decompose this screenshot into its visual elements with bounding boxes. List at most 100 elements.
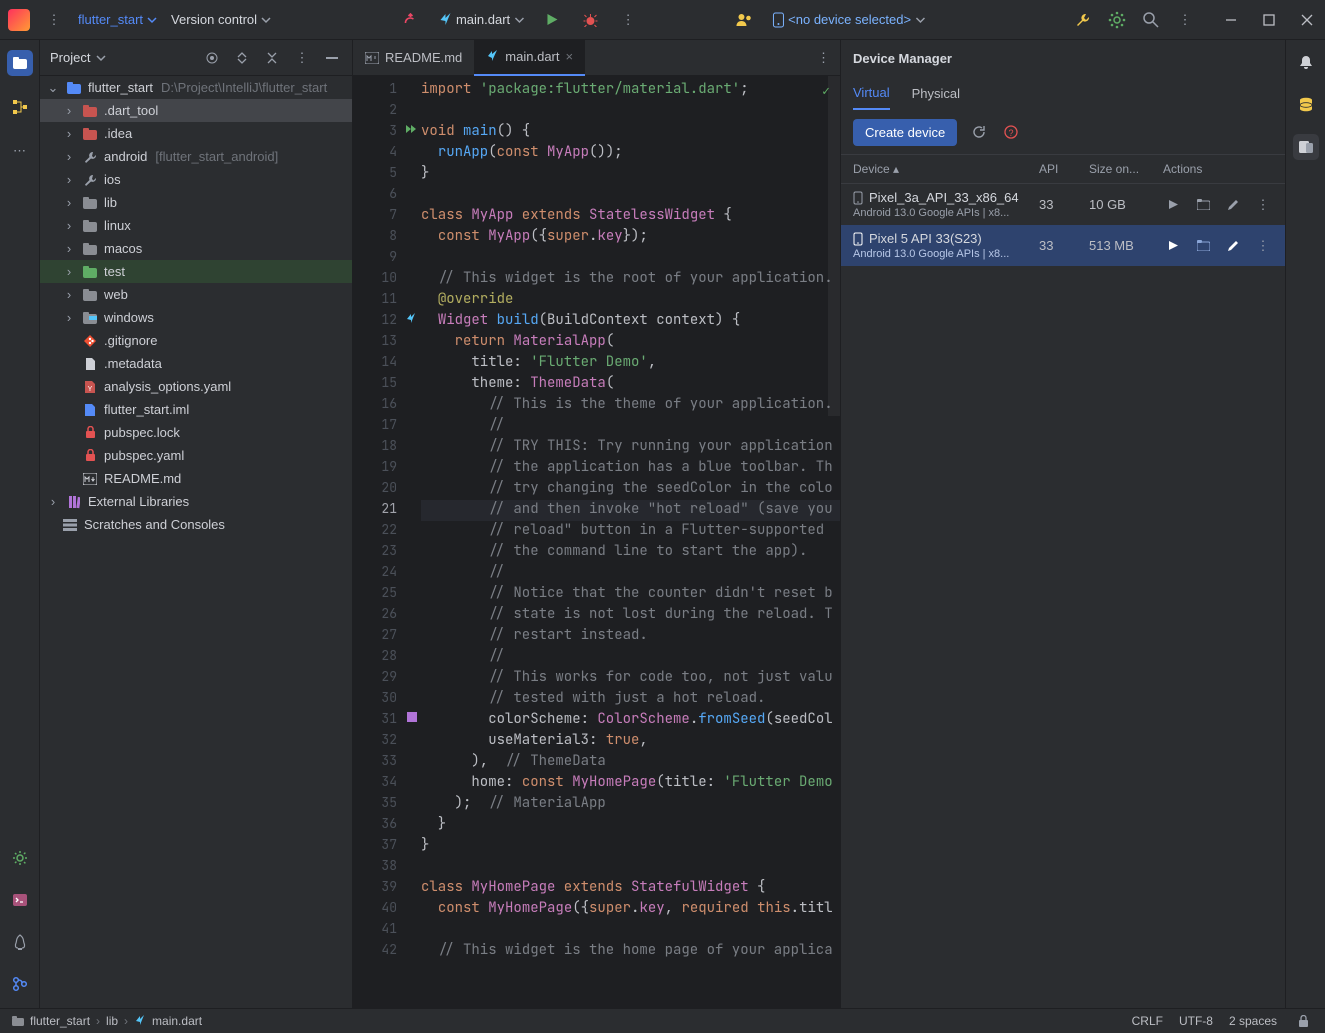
expand-all-icon[interactable] (232, 48, 252, 68)
services-gear-icon[interactable] (10, 848, 30, 868)
dm-refresh-icon[interactable] (969, 122, 989, 142)
lock-icon (82, 449, 98, 462)
editor-tabs: README.mdmain.dart× ⋮ (353, 40, 840, 76)
tree-item-ios[interactable]: ›ios (40, 168, 352, 191)
intellij-logo-icon (8, 9, 30, 31)
status-indent[interactable]: 2 spaces (1229, 1014, 1277, 1028)
device-manager-button[interactable] (1293, 134, 1319, 160)
git-tool-button[interactable] (10, 974, 30, 994)
device-more-icon[interactable]: ⋮ (1253, 236, 1273, 256)
tree-item-.dart_tool[interactable]: ›.dart_tool (40, 99, 352, 122)
tree-item-lib[interactable]: ›lib (40, 191, 352, 214)
main-menu-icon[interactable]: ⋮ (44, 10, 64, 30)
tree-item-test[interactable]: ›test (40, 260, 352, 283)
project-title: Project (50, 50, 90, 65)
tree-item-analysis_options.yaml[interactable]: Yanalysis_options.yaml (40, 375, 352, 398)
tree-item-.metadata[interactable]: .metadata (40, 352, 352, 375)
run-button[interactable] (542, 10, 562, 30)
tab-README.md[interactable]: README.md (353, 40, 474, 76)
tree-item-macos[interactable]: ›macos (40, 237, 352, 260)
more-run-icon[interactable]: ⋮ (618, 10, 638, 30)
maximize-button[interactable] (1259, 10, 1279, 30)
dm-tab-physical[interactable]: Physical (912, 78, 960, 109)
settings-more-icon[interactable]: ⋮ (1175, 10, 1195, 30)
status-encoding[interactable]: UTF-8 (1179, 1014, 1213, 1028)
code-editor[interactable]: ✓ 12345678910111213141516171819202122232… (353, 76, 840, 1008)
create-device-button[interactable]: Create device (853, 119, 957, 146)
external-libraries[interactable]: › External Libraries (40, 490, 352, 513)
scratches[interactable]: Scratches and Consoles (40, 513, 352, 536)
device-edit-icon[interactable] (1223, 195, 1243, 215)
tab-main.dart[interactable]: main.dart× (474, 40, 585, 76)
debug-button[interactable] (580, 10, 600, 30)
notifications-button[interactable] (1293, 50, 1319, 76)
tree-item-android[interactable]: ›android[flutter_start_android] (40, 145, 352, 168)
tree-item-flutter_start.iml[interactable]: flutter_start.iml (40, 398, 352, 421)
status-lock-icon[interactable] (1293, 1011, 1313, 1031)
svg-text:?: ? (1009, 128, 1014, 138)
collapse-all-icon[interactable] (262, 48, 282, 68)
title-bar: ⋮ flutter_start Version control main.dar… (0, 0, 1325, 40)
device-run-icon[interactable] (1163, 195, 1183, 215)
database-button[interactable] (1293, 92, 1319, 118)
device-run-icon[interactable] (1163, 236, 1183, 256)
device-edit-icon[interactable] (1223, 236, 1243, 256)
device-folder-icon[interactable] (1193, 236, 1213, 256)
close-button[interactable] (1297, 10, 1317, 30)
wrench-icon (82, 173, 98, 187)
project-dropdown[interactable]: flutter_start (78, 12, 157, 27)
editor-scrollbar[interactable] (828, 76, 840, 416)
folder-win-icon (82, 312, 98, 324)
device-dropdown[interactable]: <no device selected> (772, 12, 925, 28)
codewithme-users-icon[interactable] (734, 10, 754, 30)
tree-item-.idea[interactable]: ›.idea (40, 122, 352, 145)
minimize-button[interactable] (1221, 10, 1241, 30)
close-tab-icon[interactable]: × (566, 49, 574, 64)
device-more-icon[interactable]: ⋮ (1253, 195, 1273, 215)
folder-green-icon (82, 266, 98, 278)
tree-item-web[interactable]: ›web (40, 283, 352, 306)
folder-icon (82, 289, 98, 301)
tree-root[interactable]: ⌄ flutter_start D:\Project\IntelliJ\flut… (40, 76, 352, 99)
hide-panel-icon[interactable] (322, 48, 342, 68)
tabs-more-icon[interactable]: ⋮ (817, 50, 840, 66)
project-sidebar: Project ⋮ ⌄ flutter_start D:\Project\Int… (40, 40, 353, 1008)
project-tool-button[interactable] (7, 50, 33, 76)
tree-item-linux[interactable]: ›linux (40, 214, 352, 237)
ai-assistant-icon[interactable] (1107, 10, 1127, 30)
tree-settings-icon[interactable]: ⋮ (292, 48, 312, 68)
folder-red-icon (82, 105, 98, 117)
tools-icon[interactable] (1073, 10, 1093, 30)
device-manager-title: Device Manager (841, 40, 1285, 76)
vcs-dropdown[interactable]: Version control (171, 12, 271, 27)
md-icon (82, 473, 98, 485)
status-line-ending[interactable]: CRLF (1132, 1014, 1163, 1028)
search-icon[interactable] (1141, 10, 1161, 30)
structure-tool-button[interactable] (7, 94, 33, 120)
code-with-me-icon[interactable] (400, 10, 420, 30)
tree-item-.gitignore[interactable]: .gitignore (40, 329, 352, 352)
problems-tool-button[interactable] (10, 932, 30, 952)
more-tool-button[interactable]: ⋯ (7, 138, 33, 164)
folder-icon (82, 220, 98, 232)
folder-icon (82, 197, 98, 209)
breadcrumb[interactable]: flutter_start› lib› main.dart (12, 1014, 202, 1028)
svg-text:Y: Y (88, 386, 93, 393)
dm-tab-virtual[interactable]: Virtual (853, 77, 890, 110)
tree-item-pubspec.lock[interactable]: pubspec.lock (40, 421, 352, 444)
git-icon (82, 335, 98, 347)
dm-help-icon[interactable]: ? (1001, 122, 1021, 142)
analysis-ok-icon: ✓ (822, 82, 830, 99)
right-toolwindow-rail (1285, 40, 1325, 1008)
device-row-Pixel_3a_API_33_x86_64[interactable]: Pixel_3a_API_33_x86_64Android 13.0 Googl… (841, 184, 1285, 225)
run-config-dropdown[interactable]: main.dart (438, 12, 524, 27)
lock-icon (82, 426, 98, 439)
tree-item-pubspec.yaml[interactable]: pubspec.yaml (40, 444, 352, 467)
terminal-tool-button[interactable] (10, 890, 30, 910)
file-icon (82, 357, 98, 371)
tree-item-windows[interactable]: ›windows (40, 306, 352, 329)
device-folder-icon[interactable] (1193, 195, 1213, 215)
device-row-Pixel 5 API 33(S23)[interactable]: Pixel 5 API 33(S23)Android 13.0 Google A… (841, 225, 1285, 266)
select-opened-file-icon[interactable] (202, 48, 222, 68)
tree-item-README.md[interactable]: README.md (40, 467, 352, 490)
